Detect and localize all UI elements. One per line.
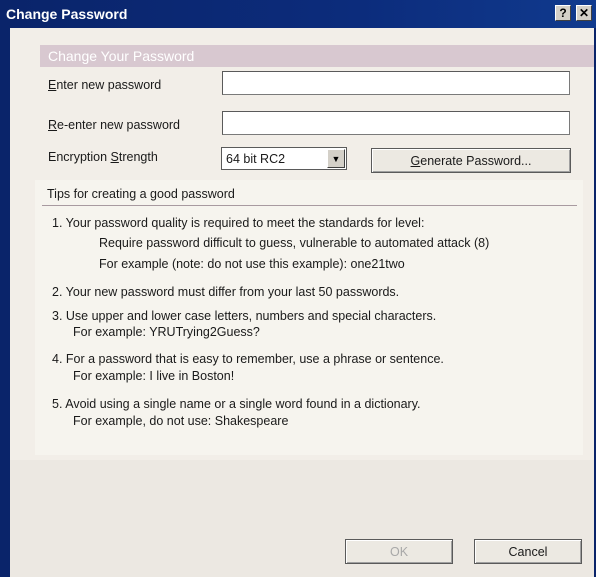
- close-button[interactable]: ✕: [576, 5, 592, 21]
- tip-4-example: For example: I live in Boston!: [73, 369, 235, 383]
- tip-5: 5. Avoid using a single name or a single…: [52, 397, 421, 411]
- new-password-input[interactable]: [222, 71, 570, 95]
- encryption-strength-select[interactable]: 64 bit RC2 ▼: [221, 147, 347, 170]
- help-button[interactable]: ?: [555, 5, 571, 21]
- tip-3-example: For example: YRUTrying2Guess?: [73, 325, 260, 339]
- tip-1-example: For example (note: do not use this examp…: [99, 257, 405, 271]
- tip-4: 4. For a password that is easy to rememb…: [52, 352, 444, 366]
- section-banner: Change Your Password: [40, 45, 596, 67]
- tip-5-example: For example, do not use: Shakespeare: [73, 414, 289, 428]
- reenter-password-label: Re-enter new password: [48, 118, 181, 132]
- ok-button[interactable]: OK: [345, 539, 453, 564]
- chevron-down-icon[interactable]: ▼: [327, 149, 345, 168]
- tips-title: Tips for creating a good password: [47, 187, 235, 201]
- title-bar[interactable]: Change Password ? ✕: [2, 0, 596, 28]
- encryption-strength-label: Encryption Strength: [48, 150, 158, 164]
- tips-divider: [42, 205, 577, 206]
- new-password-label: Enter new password: [48, 78, 162, 92]
- generate-password-button[interactable]: Generate Password...: [371, 148, 571, 173]
- tip-2: 2. Your new password must differ from yo…: [52, 285, 400, 299]
- close-icon: ✕: [578, 6, 590, 20]
- help-icon: ?: [559, 6, 567, 20]
- tip-3: 3. Use upper and lower case letters, num…: [52, 309, 437, 323]
- tip-1-detail: Require password difficult to guess, vul…: [99, 236, 490, 250]
- reenter-password-input[interactable]: [222, 111, 570, 135]
- encryption-strength-value: 64 bit RC2: [226, 152, 286, 166]
- tip-1: 1. Your password quality is required to …: [52, 216, 425, 230]
- dialog-window: Change Password ? ✕ Change Your Password…: [0, 0, 596, 577]
- window-title: Change Password: [6, 6, 128, 22]
- cancel-button[interactable]: Cancel: [474, 539, 582, 564]
